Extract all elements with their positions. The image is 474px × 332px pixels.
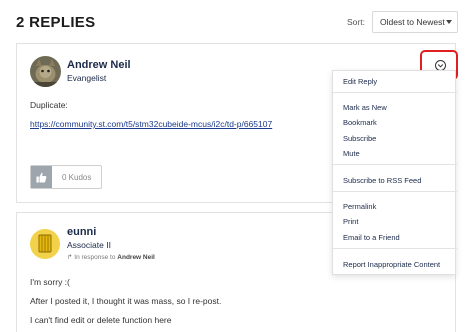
author-rank: Associate II (67, 240, 111, 250)
menu-item-subscribe-rss[interactable]: Subscribe to RSS Feed (343, 176, 421, 185)
avatar[interactable] (30, 229, 60, 259)
sort-select-value: Oldest to Newest (380, 17, 445, 27)
thumbs-up-icon (31, 166, 52, 188)
menu-divider (333, 92, 457, 93)
menu-item-permalink[interactable]: Permalink (343, 202, 376, 211)
post-body-line: After I posted it, I thought it was mass… (30, 296, 222, 306)
author-name[interactable]: eunni (67, 226, 96, 238)
author-name[interactable]: Andrew Neil (67, 59, 131, 71)
menu-item-mute[interactable]: Mute (343, 149, 360, 158)
in-response-author[interactable]: Andrew Neil (117, 254, 155, 261)
menu-divider (333, 191, 457, 192)
in-response-to: ↱ In response to Andrew Neil (67, 253, 155, 261)
menu-divider (333, 164, 457, 165)
chevron-down-icon (446, 20, 452, 24)
kudos-button[interactable]: 0 Kudos (30, 165, 102, 189)
menu-divider (333, 248, 457, 249)
menu-item-subscribe[interactable]: Subscribe (343, 134, 376, 143)
avatar[interactable] (30, 56, 61, 87)
options-dropdown-menu: Edit Reply Mark as New Bookmark Subscrib… (332, 70, 457, 275)
post-body-line: I can't find edit or delete function her… (30, 315, 172, 325)
reply-arrow-icon: ↱ (67, 254, 73, 261)
menu-item-mark-as-new[interactable]: Mark as New (343, 103, 387, 112)
menu-item-print[interactable]: Print (343, 217, 358, 226)
menu-item-edit-reply[interactable]: Edit Reply (343, 77, 377, 86)
menu-item-bookmark[interactable]: Bookmark (343, 118, 377, 127)
post-body-line: I'm sorry :( (30, 277, 70, 287)
post-body-text: Duplicate: (30, 100, 68, 110)
author-rank: Evangelist (67, 73, 107, 83)
sort-label: Sort: (347, 17, 365, 27)
in-response-prefix: In response to (74, 254, 116, 261)
replies-heading: 2 REPLIES (16, 14, 96, 31)
menu-item-email-friend[interactable]: Email to a Friend (343, 233, 400, 242)
menu-item-report[interactable]: Report Inappropriate Content (343, 260, 440, 269)
post-link[interactable]: https://community.st.com/t5/stm32cubeide… (30, 119, 272, 129)
sort-select[interactable]: Oldest to Newest (372, 11, 458, 33)
kudos-count: 0 Kudos (62, 172, 92, 182)
